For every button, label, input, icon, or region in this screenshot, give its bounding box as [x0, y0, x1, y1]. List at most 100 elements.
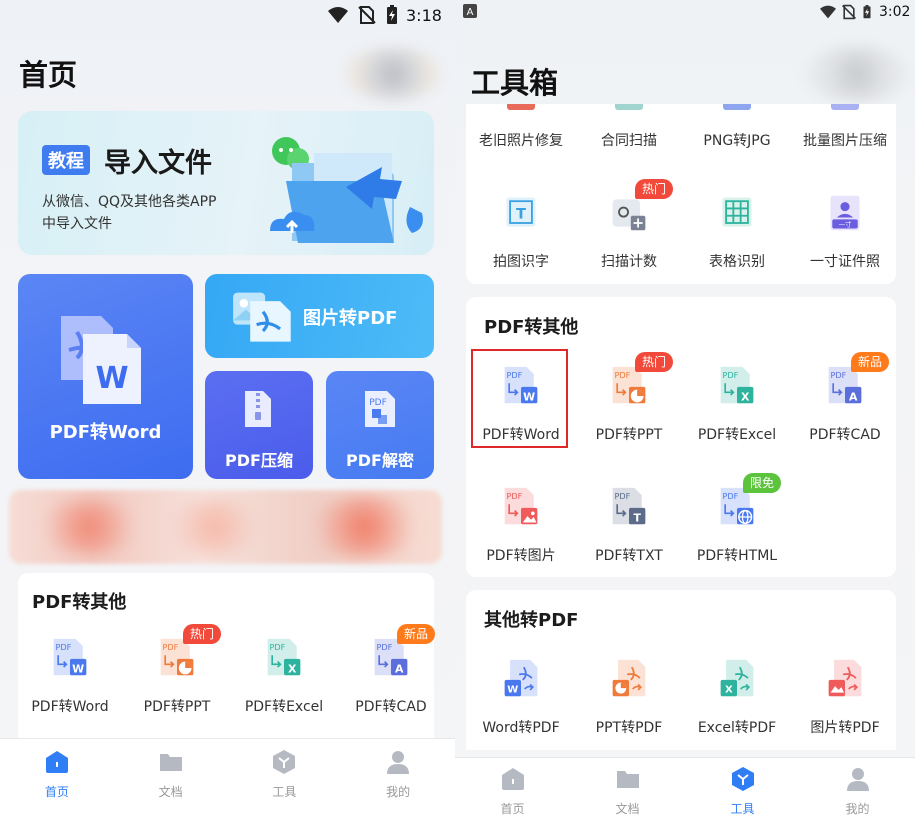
- tool-scan-count[interactable]: 扫描计数 热门: [575, 179, 683, 291]
- tool-pdf-to-txt[interactable]: PDF T PDF转TXT: [575, 485, 683, 585]
- tab-folder[interactable]: 文档: [570, 758, 685, 823]
- svg-text:PDF: PDF: [722, 491, 738, 501]
- tool-label: PDF转PPT: [595, 427, 663, 443]
- pdf-to-txt-icon: PDF T: [609, 485, 649, 529]
- tool-label: PDF转Word: [482, 427, 560, 443]
- tutorial-tag: 教程: [42, 145, 90, 175]
- tool-label: PDF转Excel: [244, 699, 324, 715]
- wifi-icon: [328, 7, 348, 23]
- tab-home[interactable]: 首页: [0, 739, 114, 823]
- tool-pdf-to-cad[interactable]: PDF A PDF转CAD 新品: [337, 624, 445, 736]
- tool-pdf-to-word[interactable]: PDF W PDF转Word: [16, 636, 124, 736]
- svg-text:PDF: PDF: [162, 642, 178, 652]
- pdf-to-word-icon: PDF W: [501, 364, 541, 408]
- svg-text:W: W: [507, 685, 518, 696]
- page-title: 工具箱: [471, 66, 559, 100]
- tool-pdf-to-excel[interactable]: PDF X PDF转Excel: [230, 636, 338, 736]
- tool-image-to-pdf[interactable]: 图片转PDF: [791, 657, 899, 757]
- tab-label: 我的: [845, 802, 870, 816]
- tab-profile[interactable]: 我的: [800, 758, 915, 823]
- tool-label[interactable]: 合同扫描: [575, 130, 683, 150]
- section-title: 其他转PDF: [484, 610, 579, 631]
- svg-text:一寸: 一寸: [839, 220, 852, 229]
- section-title: PDF转其他: [484, 317, 579, 338]
- banner-desc-line1: 从微信、QQ及其他各类APP: [42, 194, 217, 210]
- no-sim-icon: [842, 4, 856, 20]
- tool-table-recognition[interactable]: 表格识别: [683, 191, 791, 291]
- svg-text:PDF: PDF: [369, 398, 387, 408]
- pdf-decrypt-card[interactable]: PDF PDF解密: [326, 371, 434, 479]
- status-time: 3:18: [406, 6, 442, 25]
- table-recognition-icon: [717, 191, 757, 235]
- decrypt-file-icon: PDF: [365, 391, 395, 427]
- svg-text:PDF: PDF: [269, 642, 285, 652]
- tab-label: 文档: [158, 785, 183, 799]
- tab-folder[interactable]: 文档: [114, 739, 228, 823]
- pdf-to-word-illustration: W: [61, 316, 141, 404]
- tool-pdf-to-word[interactable]: PDF W PDF转Word: [467, 364, 575, 464]
- partial-tool-icon: [615, 104, 643, 110]
- tab-toolbox[interactable]: 工具: [685, 758, 800, 823]
- svg-text:T: T: [633, 512, 641, 525]
- pdf-to-word-card[interactable]: W PDF转Word: [18, 274, 193, 479]
- tool-excel-to-pdf[interactable]: X Excel转PDF: [683, 657, 791, 757]
- tool-badge: 热门: [635, 352, 674, 372]
- notification-a-icon: A: [463, 4, 477, 18]
- bottom-tab-bar: 首页 文档 工具 我的: [0, 738, 455, 823]
- tool-label: 一寸证件照: [810, 254, 880, 270]
- tab-home[interactable]: 首页: [455, 758, 570, 823]
- tool-label: 图片转PDF: [810, 720, 880, 736]
- tool-pdf-to-excel[interactable]: PDF X PDF转Excel: [683, 364, 791, 464]
- tool-pdf-to-ppt[interactable]: PDF PDF转PPT 热门: [575, 352, 683, 464]
- tab-label: 工具: [730, 802, 755, 816]
- tool-pdf-to-image[interactable]: PDF PDF转图片: [467, 485, 575, 585]
- tool-pdf-to-cad[interactable]: PDF A PDF转CAD 新品: [791, 352, 899, 464]
- tool-label: PDF转TXT: [595, 548, 663, 564]
- ppt-to-pdf-icon: [609, 657, 649, 701]
- pdf-to-excel-icon: PDF X: [264, 636, 304, 680]
- tool-text-recognition[interactable]: T 拍图识字: [467, 191, 575, 291]
- tool-label: PDF转CAD: [355, 699, 427, 715]
- tool-label: PDF转PPT: [143, 699, 211, 715]
- status-bar: A 3:02: [455, 0, 915, 32]
- id-photo-icon: 一寸: [825, 191, 865, 235]
- decorative-blur: [805, 46, 909, 102]
- tool-id-photo[interactable]: 一寸 一寸证件照: [791, 191, 899, 291]
- text-recognition-icon: T: [501, 191, 541, 235]
- tool-badge: 新品: [851, 352, 890, 372]
- tool-label[interactable]: 批量图片压缩: [791, 130, 899, 150]
- blurred-promo-banner[interactable]: [9, 490, 442, 564]
- tool-label: PDF转Word: [31, 699, 109, 715]
- tool-pdf-to-html[interactable]: PDF PDF转HTML 限免: [683, 473, 791, 585]
- toolbox-screen: A 3:02 工具箱 PDF转其他 其他转PDF 首页 文档 工具 我的 老旧照片修复…: [455, 0, 915, 823]
- pdf-decrypt-card-label: PDF解密: [346, 451, 414, 470]
- folder-icon: [158, 749, 184, 775]
- svg-text:PDF: PDF: [376, 642, 392, 652]
- pdf-to-word-card-label: PDF转Word: [49, 422, 162, 443]
- image-to-pdf-icon: [825, 657, 865, 701]
- svg-text:A: A: [849, 391, 858, 404]
- tool-word-to-pdf[interactable]: W Word转PDF: [467, 657, 575, 757]
- pdf-to-image-icon: PDF: [501, 485, 541, 529]
- import-files-banner[interactable]: 教程 导入文件 从微信、QQ及其他各类APP 中导入文件: [18, 111, 434, 255]
- svg-text:X: X: [725, 685, 733, 696]
- profile-icon: [385, 749, 411, 775]
- tab-profile[interactable]: 我的: [341, 739, 455, 823]
- pdf-compress-card[interactable]: PDF压缩: [205, 371, 313, 479]
- tab-label: 首页: [500, 802, 525, 816]
- pdf-to-word-icon: PDF W: [50, 636, 90, 680]
- tool-label[interactable]: 老旧照片修复: [467, 130, 575, 150]
- tool-ppt-to-pdf[interactable]: PPT转PDF: [575, 657, 683, 757]
- svg-text:PDF: PDF: [722, 370, 738, 380]
- image-to-pdf-card[interactable]: 图片转PDF: [205, 274, 434, 358]
- page-title: 首页: [19, 58, 78, 92]
- tool-label[interactable]: PNG转JPG: [683, 130, 791, 150]
- tool-label: 扫描计数: [601, 254, 657, 270]
- svg-text:W: W: [523, 391, 535, 404]
- banner-desc-line2: 中导入文件: [42, 216, 112, 232]
- zip-file-icon: [245, 391, 271, 427]
- tool-label: 拍图识字: [493, 254, 549, 270]
- tool-pdf-to-ppt[interactable]: PDF PDF转PPT 热门: [123, 624, 231, 736]
- tab-toolbox[interactable]: 工具: [228, 739, 342, 823]
- tool-badge: 限免: [743, 473, 782, 493]
